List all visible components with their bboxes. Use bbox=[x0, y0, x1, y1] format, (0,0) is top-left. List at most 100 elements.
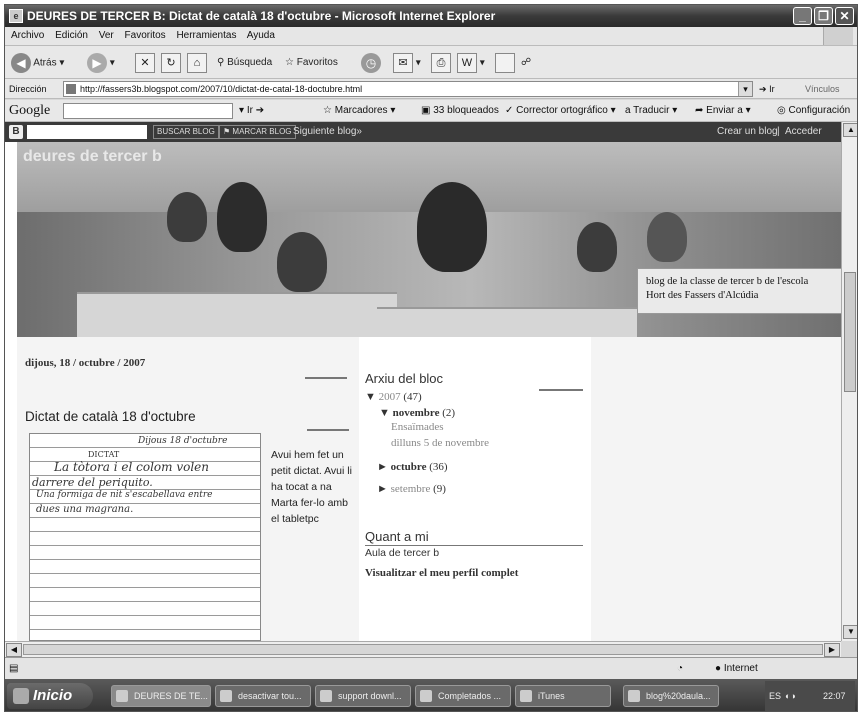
create-blog-link[interactable]: Crear un blog bbox=[717, 122, 778, 142]
vertical-scroll-thumb[interactable] bbox=[844, 272, 856, 392]
tray-icons[interactable]: ◐◑ bbox=[785, 681, 796, 711]
date-divider bbox=[305, 377, 347, 379]
menu-ayuda[interactable]: Ayuda bbox=[247, 30, 275, 41]
task-ie-blog[interactable]: DEURES DE TE... bbox=[111, 685, 211, 707]
send-to-button[interactable]: ➦ Enviar a ▾ bbox=[695, 100, 751, 122]
go-arrow-icon: ➔ bbox=[759, 84, 767, 94]
menu-edicion[interactable]: Edición bbox=[55, 30, 88, 41]
bookmarks-button[interactable]: ☆ Marcadores ▾ bbox=[323, 100, 395, 122]
start-button[interactable]: Inicio bbox=[7, 683, 93, 709]
windows-flag-icon bbox=[823, 27, 853, 45]
google-search-input[interactable] bbox=[63, 103, 233, 119]
history-button[interactable]: ◷ bbox=[361, 53, 381, 73]
student-figure bbox=[277, 232, 327, 292]
close-button[interactable]: ✕ bbox=[835, 7, 854, 25]
about-heading: Quant a mi bbox=[365, 529, 429, 544]
scroll-left-icon[interactable]: ◀ bbox=[6, 643, 22, 657]
archive-month-novembre[interactable]: ▼ novembre (2) bbox=[379, 407, 455, 419]
home-button[interactable]: ⌂ bbox=[187, 53, 207, 73]
menu-favoritos[interactable]: Favoritos bbox=[125, 30, 166, 41]
ie-window: e DEURES DE TERCER B: Dictat de català 1… bbox=[4, 4, 858, 712]
archive-month-octubre[interactable]: ► octubre (36) bbox=[377, 461, 448, 473]
links-button[interactable]: Vínculos bbox=[805, 79, 840, 99]
internet-zone: ● Internet bbox=[715, 663, 758, 674]
print-icon: ⎙ bbox=[431, 53, 451, 73]
address-url: http://fassers3b.blogspot.com/2007/10/di… bbox=[80, 84, 363, 94]
vertical-scrollbar[interactable]: ▲ ▼ bbox=[841, 122, 857, 641]
spellcheck-icon: ✓ bbox=[505, 105, 514, 116]
next-blog-link[interactable]: Siguiente blog» bbox=[293, 122, 362, 142]
address-dropdown-icon[interactable]: ▾ bbox=[738, 82, 752, 96]
maximize-button[interactable]: ❐ bbox=[814, 7, 833, 25]
taskbar: Inicio DEURES DE TE... desactivar tou...… bbox=[5, 679, 857, 711]
about-name: Aula de tercer b bbox=[365, 547, 440, 559]
minimize-button[interactable]: _ bbox=[793, 7, 812, 25]
window-titlebar[interactable]: e DEURES DE TERCER B: Dictat de català 1… bbox=[5, 5, 857, 27]
menu-herramientas[interactable]: Herramientas bbox=[176, 30, 236, 41]
forward-arrow-icon: ▶ bbox=[87, 53, 107, 73]
stop-button[interactable]: ✕ bbox=[135, 53, 155, 73]
star-icon: ☆ bbox=[323, 105, 332, 116]
ie-icon: e bbox=[9, 9, 23, 23]
archive-month-setembre[interactable]: ► setembre (9) bbox=[377, 483, 446, 495]
discuss-icon bbox=[495, 53, 515, 73]
window-title: DEURES DE TERCER B: Dictat de català 18 … bbox=[27, 9, 496, 23]
go-button[interactable]: ➔ Ir bbox=[759, 79, 775, 99]
popup-blocker[interactable]: ▣ 33 bloqueados bbox=[421, 100, 499, 122]
spellcheck-button[interactable]: ✓ Corrector ortográfico ▾ bbox=[505, 100, 616, 122]
student-figure bbox=[417, 182, 487, 272]
task-desactivar[interactable]: desactivar tou... bbox=[215, 685, 311, 707]
clock: 22:07 bbox=[823, 691, 846, 701]
desk bbox=[377, 307, 637, 337]
search-blog-button[interactable]: BUSCAR BLOG bbox=[153, 125, 219, 139]
language-indicator[interactable]: ES bbox=[769, 681, 781, 711]
menu-archivo[interactable]: Archivo bbox=[11, 30, 44, 41]
student-figure bbox=[167, 192, 207, 242]
forward-button[interactable]: ▶ ▾ bbox=[87, 53, 115, 73]
search-button[interactable]: ⚲ Búsqueda bbox=[217, 53, 272, 73]
archive-post-dilluns[interactable]: dilluns 5 de novembre bbox=[391, 437, 489, 449]
blogger-logo-icon[interactable]: B bbox=[9, 125, 23, 139]
status-bar: ▤ ◔ ● Internet bbox=[5, 657, 857, 679]
scroll-down-icon[interactable]: ▼ bbox=[843, 625, 857, 639]
scroll-up-icon[interactable]: ▲ bbox=[843, 123, 857, 137]
send-icon: ➦ bbox=[695, 105, 704, 116]
privacy-icon: ◔ bbox=[677, 663, 684, 674]
archive-year-2007[interactable]: ▼ 2007 (47) bbox=[365, 391, 422, 403]
translate-icon: a bbox=[625, 105, 631, 116]
messenger-button[interactable]: ☍ bbox=[521, 53, 531, 73]
address-bar: Dirección http://fassers3b.blogspot.com/… bbox=[5, 79, 857, 99]
posts-column: dijous, 18 / octubre / 2007 Dictat de ca… bbox=[17, 337, 355, 641]
task-completados[interactable]: Completados ... bbox=[415, 685, 511, 707]
google-go-button[interactable]: ▾ Ir ➔ bbox=[239, 100, 264, 122]
post-body: Avui hem fet un petit dictat. Avui li ha… bbox=[271, 449, 352, 525]
horizontal-scroll-thumb[interactable] bbox=[23, 644, 823, 655]
translate-button[interactable]: a Traducir ▾ bbox=[625, 100, 677, 122]
login-link[interactable]: Acceder bbox=[785, 122, 822, 142]
blog-search-input[interactable] bbox=[27, 125, 147, 139]
address-input[interactable]: http://fassers3b.blogspot.com/2007/10/di… bbox=[63, 81, 753, 97]
print-button[interactable]: ⎙ bbox=[431, 53, 451, 73]
gear-icon: ◎ bbox=[777, 105, 786, 116]
google-logo: Google bbox=[9, 103, 51, 118]
task-blog-file[interactable]: blog%20daula... bbox=[623, 685, 719, 707]
desk bbox=[77, 292, 397, 337]
task-support[interactable]: support downl... bbox=[315, 685, 411, 707]
menu-ver[interactable]: Ver bbox=[99, 30, 114, 41]
scroll-right-icon[interactable]: ▶ bbox=[824, 643, 840, 657]
flag-blog-button[interactable]: ⚑ MARCAR BLOG bbox=[219, 125, 296, 139]
blog-title[interactable]: deures de tercer b bbox=[23, 148, 162, 166]
mail-button[interactable]: ✉ ▾ bbox=[393, 53, 421, 73]
discuss-button[interactable] bbox=[495, 53, 515, 73]
ie-icon bbox=[116, 690, 128, 702]
task-itunes[interactable]: iTunes bbox=[515, 685, 611, 707]
favorites-button[interactable]: ☆ Favoritos bbox=[285, 53, 338, 73]
edit-button[interactable]: W ▾ bbox=[457, 53, 485, 73]
title-divider bbox=[307, 429, 349, 431]
profile-link[interactable]: Visualitzar el meu perfil complet bbox=[365, 567, 518, 579]
post-title[interactable]: Dictat de català 18 d'octubre bbox=[25, 409, 196, 424]
archive-post-ensaimades[interactable]: Ensaïmades bbox=[391, 421, 444, 433]
refresh-button[interactable]: ↻ bbox=[161, 53, 181, 73]
back-button[interactable]: ◀ Atrás ▾ bbox=[11, 53, 64, 73]
horizontal-scrollbar[interactable]: ◀ ▶ bbox=[5, 641, 841, 657]
